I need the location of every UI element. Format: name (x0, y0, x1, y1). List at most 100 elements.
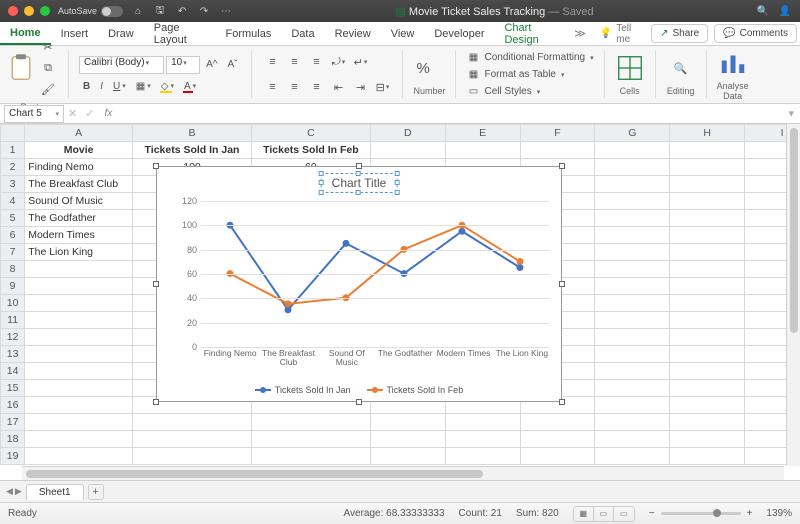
fill-color-button[interactable]: ◇▾ (157, 79, 178, 94)
decrease-indent-icon[interactable]: ⇤ (328, 77, 348, 97)
row-header[interactable]: 11 (1, 312, 25, 329)
sheet-nav[interactable]: ◀▶ (6, 486, 22, 497)
minimize-window-icon[interactable] (24, 6, 34, 16)
cell[interactable]: Finding Nemo (25, 159, 133, 176)
cell[interactable] (595, 448, 670, 465)
row-header[interactable]: 7 (1, 244, 25, 261)
more-icon[interactable]: ⋯ (219, 4, 233, 18)
font-color-button[interactable]: A▾ (180, 79, 200, 94)
comments-button[interactable]: 💬 Comments (714, 24, 797, 43)
cell[interactable] (595, 295, 670, 312)
tab-formulas[interactable]: Formulas (216, 22, 282, 45)
cell[interactable] (133, 448, 252, 465)
cell[interactable] (25, 278, 133, 295)
underline-button[interactable]: U▾ (109, 79, 130, 94)
cell[interactable]: Tickets Sold In Jan (133, 142, 252, 159)
name-box[interactable]: Chart 5 ▾ (4, 105, 64, 123)
cell[interactable]: The Godfather (25, 210, 133, 227)
zoom-out-icon[interactable]: − (649, 508, 655, 519)
align-center-icon[interactable]: ≡ (284, 77, 304, 97)
cell[interactable] (670, 227, 745, 244)
zoom-slider[interactable]: − + (649, 508, 753, 519)
resize-handle[interactable] (153, 399, 159, 405)
font-size-select[interactable]: 10▾ (166, 56, 200, 74)
cell[interactable] (445, 142, 520, 159)
tab-developer[interactable]: Developer (424, 22, 494, 45)
cell[interactable] (670, 380, 745, 397)
row-header[interactable]: 4 (1, 193, 25, 210)
align-right-icon[interactable]: ≡ (306, 77, 326, 97)
resize-handle[interactable] (356, 399, 362, 405)
resize-handle[interactable] (153, 281, 159, 287)
cell[interactable] (520, 448, 595, 465)
view-mode-buttons[interactable]: ▦▭▭ (573, 506, 635, 522)
autosave-switch[interactable] (101, 6, 123, 17)
orientation-icon[interactable]: ⤾▾ (328, 52, 348, 72)
format-painter-icon[interactable]: 🖌 (38, 79, 58, 99)
cell[interactable]: Movie (25, 142, 133, 159)
cell[interactable] (25, 448, 133, 465)
cell[interactable] (133, 414, 252, 431)
tab-data[interactable]: Data (281, 22, 324, 45)
zoom-level[interactable]: 139% (766, 508, 792, 519)
cell[interactable] (670, 278, 745, 295)
cell[interactable] (595, 227, 670, 244)
analyse-icon[interactable] (718, 48, 748, 78)
account-icon[interactable]: 👤 (778, 4, 792, 18)
redo-icon[interactable]: ↷ (197, 4, 211, 18)
cell[interactable] (595, 244, 670, 261)
cell[interactable] (25, 312, 133, 329)
autosave-toggle[interactable]: AutoSave (58, 6, 123, 17)
enter-formula-icon[interactable]: ✓ (81, 107, 98, 120)
column-header[interactable]: F (520, 125, 595, 142)
tab-page-layout[interactable]: Page Layout (144, 22, 216, 45)
cut-icon[interactable]: ✂ (38, 37, 58, 57)
wrap-text-icon[interactable]: ↵▾ (350, 52, 370, 72)
tab-chart-design[interactable]: Chart Design (494, 22, 568, 45)
resize-handle[interactable] (559, 163, 565, 169)
fullscreen-window-icon[interactable] (40, 6, 50, 16)
cell[interactable] (445, 431, 520, 448)
cell-styles-button[interactable]: ▭Cell Styles▾ (466, 84, 540, 99)
cell[interactable] (520, 142, 595, 159)
cell[interactable] (595, 278, 670, 295)
tab-review[interactable]: Review (325, 22, 381, 45)
italic-button[interactable]: I (96, 79, 107, 94)
cell[interactable] (595, 176, 670, 193)
cell[interactable] (25, 346, 133, 363)
embedded-chart[interactable]: Chart Title 020406080100120Finding NemoT… (156, 166, 562, 402)
column-header[interactable]: D (370, 125, 445, 142)
column-header[interactable]: G (595, 125, 670, 142)
cell[interactable]: The Breakfast Club (25, 176, 133, 193)
row-header[interactable]: 3 (1, 176, 25, 193)
cell[interactable] (25, 414, 133, 431)
chart-title[interactable]: Chart Title (321, 173, 398, 193)
cell[interactable] (595, 142, 670, 159)
cell[interactable]: Tickets Sold In Feb (251, 142, 370, 159)
copy-icon[interactable]: ⧉ (38, 58, 58, 78)
cell[interactable]: Sound Of Music (25, 193, 133, 210)
select-all-corner[interactable] (1, 125, 25, 142)
cell[interactable] (25, 261, 133, 278)
cell[interactable] (251, 431, 370, 448)
cell[interactable] (25, 397, 133, 414)
row-header[interactable]: 15 (1, 380, 25, 397)
row-header[interactable]: 13 (1, 346, 25, 363)
row-header[interactable]: 12 (1, 329, 25, 346)
cancel-formula-icon[interactable]: ✕ (64, 107, 81, 120)
cells-icon[interactable] (615, 53, 645, 83)
align-bottom-icon[interactable]: ≡ (306, 52, 326, 72)
resize-handle[interactable] (153, 163, 159, 169)
font-name-select[interactable]: Calibri (Body)▾ (79, 56, 164, 74)
cell[interactable] (595, 210, 670, 227)
cell[interactable] (595, 329, 670, 346)
row-header[interactable]: 6 (1, 227, 25, 244)
align-left-icon[interactable]: ≡ (262, 77, 282, 97)
undo-icon[interactable]: ↶ (175, 4, 189, 18)
column-header[interactable]: C (251, 125, 370, 142)
cell[interactable] (595, 312, 670, 329)
column-header[interactable]: E (445, 125, 520, 142)
cell[interactable] (595, 363, 670, 380)
sheet-tab[interactable]: Sheet1 (26, 484, 84, 500)
cell[interactable] (670, 261, 745, 278)
